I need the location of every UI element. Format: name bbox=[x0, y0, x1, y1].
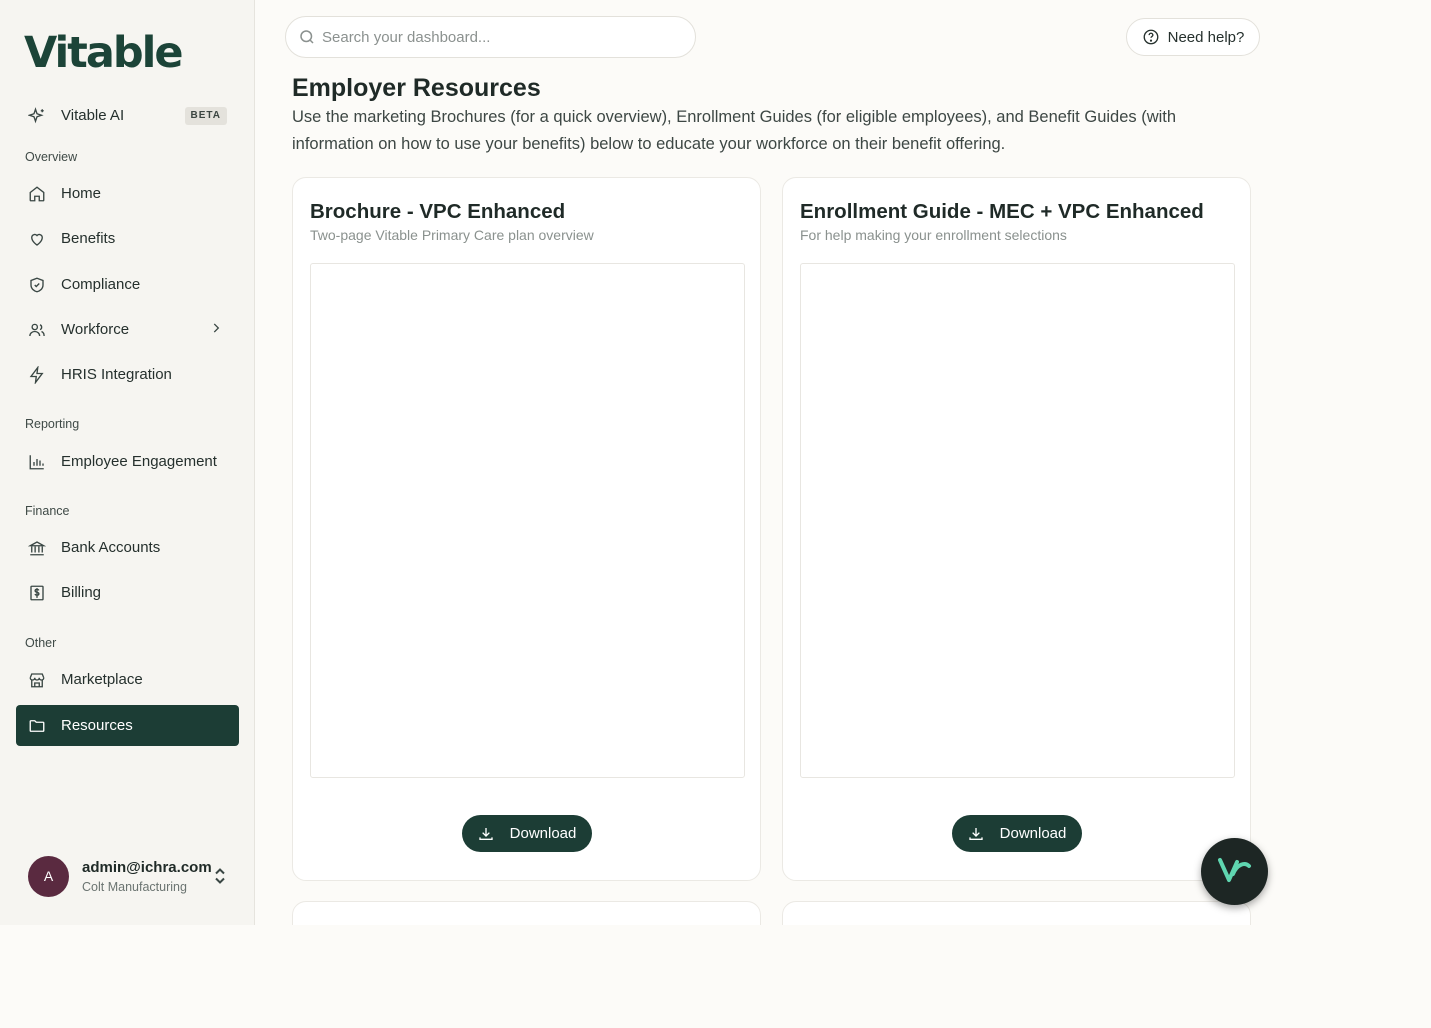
card-subtitle: Two-page Vitable Primary Care plan overv… bbox=[310, 227, 594, 243]
sidebar-item-label: Vitable AI bbox=[61, 107, 125, 124]
sidebar-item-home[interactable]: Home bbox=[16, 173, 239, 214]
users-icon bbox=[28, 321, 46, 339]
section-label-finance: Finance bbox=[25, 504, 70, 518]
sidebar-item-label: Home bbox=[61, 185, 102, 202]
sidebar-item-benefits[interactable]: Benefits bbox=[16, 218, 239, 259]
search-icon bbox=[298, 28, 316, 46]
resource-card-partial bbox=[782, 901, 1251, 925]
section-label-overview: Overview bbox=[25, 150, 78, 164]
resource-card-partial bbox=[292, 901, 761, 925]
chevron-up-down-icon bbox=[213, 867, 227, 890]
document-preview[interactable] bbox=[310, 263, 745, 778]
card-title: Brochure - VPC Enhanced bbox=[310, 200, 566, 223]
download-icon bbox=[968, 826, 984, 842]
user-info: admin@ichra.com Colt Manufacturing bbox=[82, 859, 212, 894]
sidebar-item-billing[interactable]: Billing bbox=[16, 572, 239, 613]
shield-check-icon bbox=[28, 276, 46, 294]
search-input[interactable] bbox=[322, 28, 662, 46]
document-preview[interactable] bbox=[800, 263, 1235, 778]
sidebar-item-vitable-ai[interactable]: Vitable AI BETA bbox=[16, 95, 239, 136]
sidebar-item-workforce[interactable]: Workforce bbox=[16, 309, 239, 350]
resource-card: Enrollment Guide - MEC + VPC Enhanced Fo… bbox=[782, 177, 1251, 881]
vitable-logo-icon bbox=[1216, 852, 1254, 891]
sidebar-item-employee-engagement[interactable]: Employee Engagement bbox=[16, 441, 239, 482]
section-label-reporting: Reporting bbox=[25, 417, 80, 431]
sidebar-item-compliance[interactable]: Compliance bbox=[16, 264, 239, 305]
user-account-switcher[interactable]: A admin@ichra.com Colt Manufacturing bbox=[28, 855, 233, 897]
download-label: Download bbox=[509, 825, 577, 842]
sparkle-icon bbox=[28, 106, 46, 125]
sidebar-item-label: Employee Engagement bbox=[61, 453, 217, 470]
resource-card: Brochure - VPC Enhanced Two-page Vitable… bbox=[292, 177, 761, 881]
folder-icon bbox=[28, 717, 46, 735]
card-subtitle: For help making your enrollment selectio… bbox=[800, 227, 1067, 243]
home-icon bbox=[28, 185, 46, 203]
need-help-button[interactable]: Need help? bbox=[1126, 18, 1260, 56]
user-organization: Colt Manufacturing bbox=[82, 879, 187, 894]
lightning-icon bbox=[28, 365, 46, 384]
sidebar-item-label: HRIS Integration bbox=[61, 366, 172, 383]
download-button[interactable]: Download bbox=[462, 815, 592, 852]
app-viewport: Vitable Vitable AI BETA Overview Home Be… bbox=[0, 0, 1431, 925]
sidebar-item-marketplace[interactable]: Marketplace bbox=[16, 659, 239, 700]
search-bar[interactable] bbox=[285, 16, 696, 58]
vitable-logo[interactable]: Vitable bbox=[24, 30, 184, 76]
sidebar-item-label: Bank Accounts bbox=[61, 539, 161, 556]
beta-badge: BETA bbox=[184, 107, 227, 125]
section-label-other: Other bbox=[25, 636, 57, 650]
sidebar-item-hris-integration[interactable]: HRIS Integration bbox=[16, 354, 239, 395]
chevron-right-icon bbox=[209, 321, 223, 340]
page-background bbox=[0, 925, 1431, 1028]
receipt-dollar-icon bbox=[28, 584, 46, 602]
sidebar-item-label: Benefits bbox=[61, 230, 116, 247]
bank-icon bbox=[28, 539, 46, 557]
user-email: admin@ichra.com bbox=[82, 858, 212, 876]
store-icon bbox=[28, 671, 46, 689]
vitable-assistant-button[interactable] bbox=[1201, 838, 1268, 905]
sidebar-item-label: Marketplace bbox=[61, 671, 143, 688]
sidebar-item-label: Compliance bbox=[61, 276, 141, 293]
bar-chart-icon bbox=[28, 453, 46, 471]
download-icon bbox=[478, 826, 494, 842]
sidebar-item-label: Resources bbox=[61, 717, 133, 734]
sidebar-item-resources[interactable]: Resources bbox=[16, 705, 239, 746]
page-description: Use the marketing Brochures (for a quick… bbox=[292, 108, 1177, 153]
card-title: Enrollment Guide - MEC + VPC Enhanced bbox=[800, 200, 1204, 223]
sidebar-item-label: Workforce bbox=[61, 321, 130, 338]
download-button[interactable]: Download bbox=[952, 815, 1082, 852]
heart-icon bbox=[28, 230, 46, 248]
page-title: Employer Resources bbox=[292, 74, 541, 102]
sidebar: Vitable Vitable AI BETA Overview Home Be… bbox=[0, 0, 255, 925]
sidebar-item-bank-accounts[interactable]: Bank Accounts bbox=[16, 527, 239, 568]
help-circle-icon bbox=[1142, 28, 1160, 46]
avatar: A bbox=[28, 855, 69, 897]
logo-text: Vitable bbox=[24, 28, 184, 78]
need-help-label: Need help? bbox=[1167, 28, 1245, 46]
download-label: Download bbox=[999, 825, 1067, 842]
sidebar-item-label: Billing bbox=[61, 584, 102, 601]
